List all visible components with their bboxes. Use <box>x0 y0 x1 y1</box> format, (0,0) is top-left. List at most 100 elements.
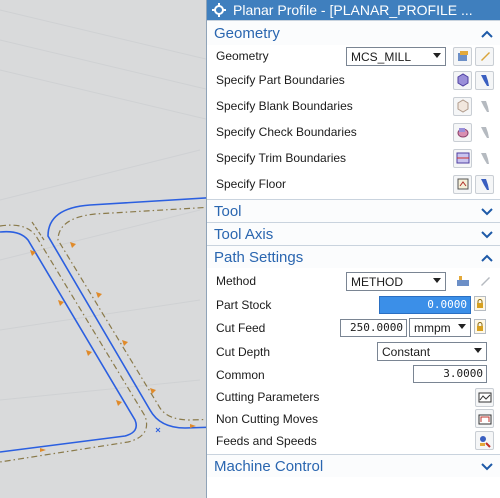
cut-feed-unit-dropdown[interactable]: mmpm <box>409 318 471 337</box>
cutting-parameters-row: Cutting Parameters <box>207 386 500 408</box>
cutting-parameters-icon <box>478 392 491 403</box>
direction-arrow <box>70 242 76 248</box>
select-floor-button[interactable] <box>453 174 472 194</box>
edit-method-button[interactable] <box>475 272 494 291</box>
part-stock-label: Part Stock <box>216 297 272 312</box>
flashlight-icon <box>480 127 489 138</box>
blank-boundaries-label: Specify Blank Boundaries <box>216 99 353 113</box>
tool-path-left <box>0 230 138 453</box>
direction-arrow <box>122 340 128 346</box>
method-new-icon <box>456 276 469 286</box>
boundary-entry <box>31 221 45 241</box>
check-boundaries-row: Specify Check Boundaries <box>207 119 500 145</box>
feeds-and-speeds-row: Feeds and Speeds <box>207 429 500 452</box>
chevron-down-icon <box>480 203 494 219</box>
non-cutting-moves-row: Non Cutting Moves <box>207 408 500 429</box>
section-title: Tool <box>214 202 242 220</box>
dialog-titlebar[interactable]: Planar Profile - [PLANAR_PROFILE ... <box>207 0 500 20</box>
part-boundaries-row: Specify Part Boundaries <box>207 67 500 93</box>
part-boundary-icon <box>457 73 468 87</box>
geometry-dropdown[interactable]: MCS_MILL <box>346 47 446 66</box>
hatch-line <box>0 69 211 121</box>
feeds-and-speeds-button[interactable] <box>475 431 494 450</box>
direction-arrow <box>96 292 102 298</box>
common-label: Common <box>216 367 265 382</box>
chevron-down-icon <box>474 348 482 353</box>
section-title: Path Settings <box>214 248 304 266</box>
select-trim-boundaries-button[interactable] <box>453 148 472 168</box>
geometry-label: Geometry <box>216 49 269 63</box>
feeds-and-speeds-label: Feeds and Speeds <box>216 433 317 448</box>
new-geometry-button[interactable] <box>453 46 472 66</box>
flashlight-icon <box>480 153 489 164</box>
trim-boundary-icon <box>456 152 469 164</box>
part-stock-input[interactable]: 0.0000 <box>379 296 471 314</box>
non-cutting-moves-icon <box>478 414 491 424</box>
feeds-speeds-icon <box>479 435 491 448</box>
cut-feed-unit: mmpm <box>414 320 451 335</box>
common-input[interactable]: 3.0000 <box>413 365 487 383</box>
method-dropdown[interactable]: METHOD <box>346 272 446 291</box>
chevron-down-icon <box>433 278 441 283</box>
floor-row: Specify Floor <box>207 171 500 197</box>
section-geometry[interactable]: Geometry <box>207 20 500 45</box>
gear-icon <box>211 2 227 18</box>
display-floor-button[interactable] <box>475 174 494 194</box>
display-trim-boundaries-button[interactable] <box>475 149 494 168</box>
section-tool[interactable]: Tool <box>207 199 500 222</box>
new-method-button[interactable] <box>453 272 472 291</box>
hatch-line <box>0 149 201 201</box>
chevron-down-icon <box>433 53 441 58</box>
flashlight-icon <box>480 75 489 86</box>
trim-boundaries-label: Specify Trim Boundaries <box>216 151 347 165</box>
cut-depth-label: Cut Depth <box>216 344 271 359</box>
direction-arrow <box>40 448 46 452</box>
chevron-up-icon <box>480 25 494 41</box>
section-title: Machine Control <box>214 457 324 475</box>
part-boundaries-label: Specify Part Boundaries <box>216 73 345 87</box>
trim-boundaries-row: Specify Trim Boundaries <box>207 145 500 171</box>
common-row: Common 3.0000 <box>207 363 500 386</box>
hatch-line <box>0 209 201 261</box>
blank-boundaries-row: Specify Blank Boundaries <box>207 93 500 119</box>
display-blank-boundaries-button[interactable] <box>475 97 494 116</box>
hatch-line <box>0 39 211 91</box>
section-title: Tool Axis <box>214 225 274 243</box>
cut-depth-value: Constant <box>382 344 431 359</box>
section-machine-control[interactable]: Machine Control <box>207 454 500 477</box>
wrench-icon <box>480 277 490 286</box>
dialog-title: Planar Profile - [PLANAR_PROFILE ... <box>233 2 473 18</box>
cut-feed-label: Cut Feed <box>216 320 266 335</box>
display-check-boundaries-button[interactable] <box>475 123 494 142</box>
select-check-boundaries-button[interactable] <box>453 122 472 142</box>
method-row: Method METHOD <box>207 268 500 294</box>
flashlight-icon <box>480 179 489 190</box>
wrench-icon <box>480 52 490 61</box>
cutting-parameters-button[interactable] <box>475 387 494 407</box>
cut-depth-dropdown[interactable]: Constant <box>377 342 487 361</box>
cut-feed-input[interactable]: 250.0000 <box>340 319 407 337</box>
part-stock-row: Part Stock 0.0000 <box>207 294 500 315</box>
section-path-settings[interactable]: Path Settings <box>207 245 500 268</box>
cut-depth-row: Cut Depth Constant <box>207 340 500 363</box>
floor-icon <box>457 178 468 190</box>
chevron-down-icon <box>480 226 494 242</box>
chevron-up-icon <box>480 249 494 265</box>
method-value: METHOD <box>351 274 403 289</box>
non-cutting-moves-label: Non Cutting Moves <box>216 411 319 426</box>
select-blank-boundaries-button[interactable] <box>453 96 472 116</box>
planar-profile-dialog: Planar Profile - [PLANAR_PROFILE ... Geo… <box>206 0 500 498</box>
non-cutting-moves-button[interactable] <box>475 409 494 428</box>
edit-geometry-button[interactable] <box>475 46 494 66</box>
geometry-new-icon <box>457 51 468 61</box>
section-tool-axis[interactable]: Tool Axis <box>207 222 500 245</box>
select-part-boundaries-button[interactable] <box>453 70 472 90</box>
lock-icon[interactable] <box>474 296 486 311</box>
geometry-value: MCS_MILL <box>351 49 412 64</box>
display-part-boundaries-button[interactable] <box>475 70 494 90</box>
floor-label: Specify Floor <box>216 177 287 191</box>
chevron-down-icon <box>480 458 494 474</box>
direction-arrow <box>116 400 122 406</box>
cut-feed-row: Cut Feed 250.0000 mmpm <box>207 315 500 340</box>
lock-icon[interactable] <box>474 319 486 334</box>
